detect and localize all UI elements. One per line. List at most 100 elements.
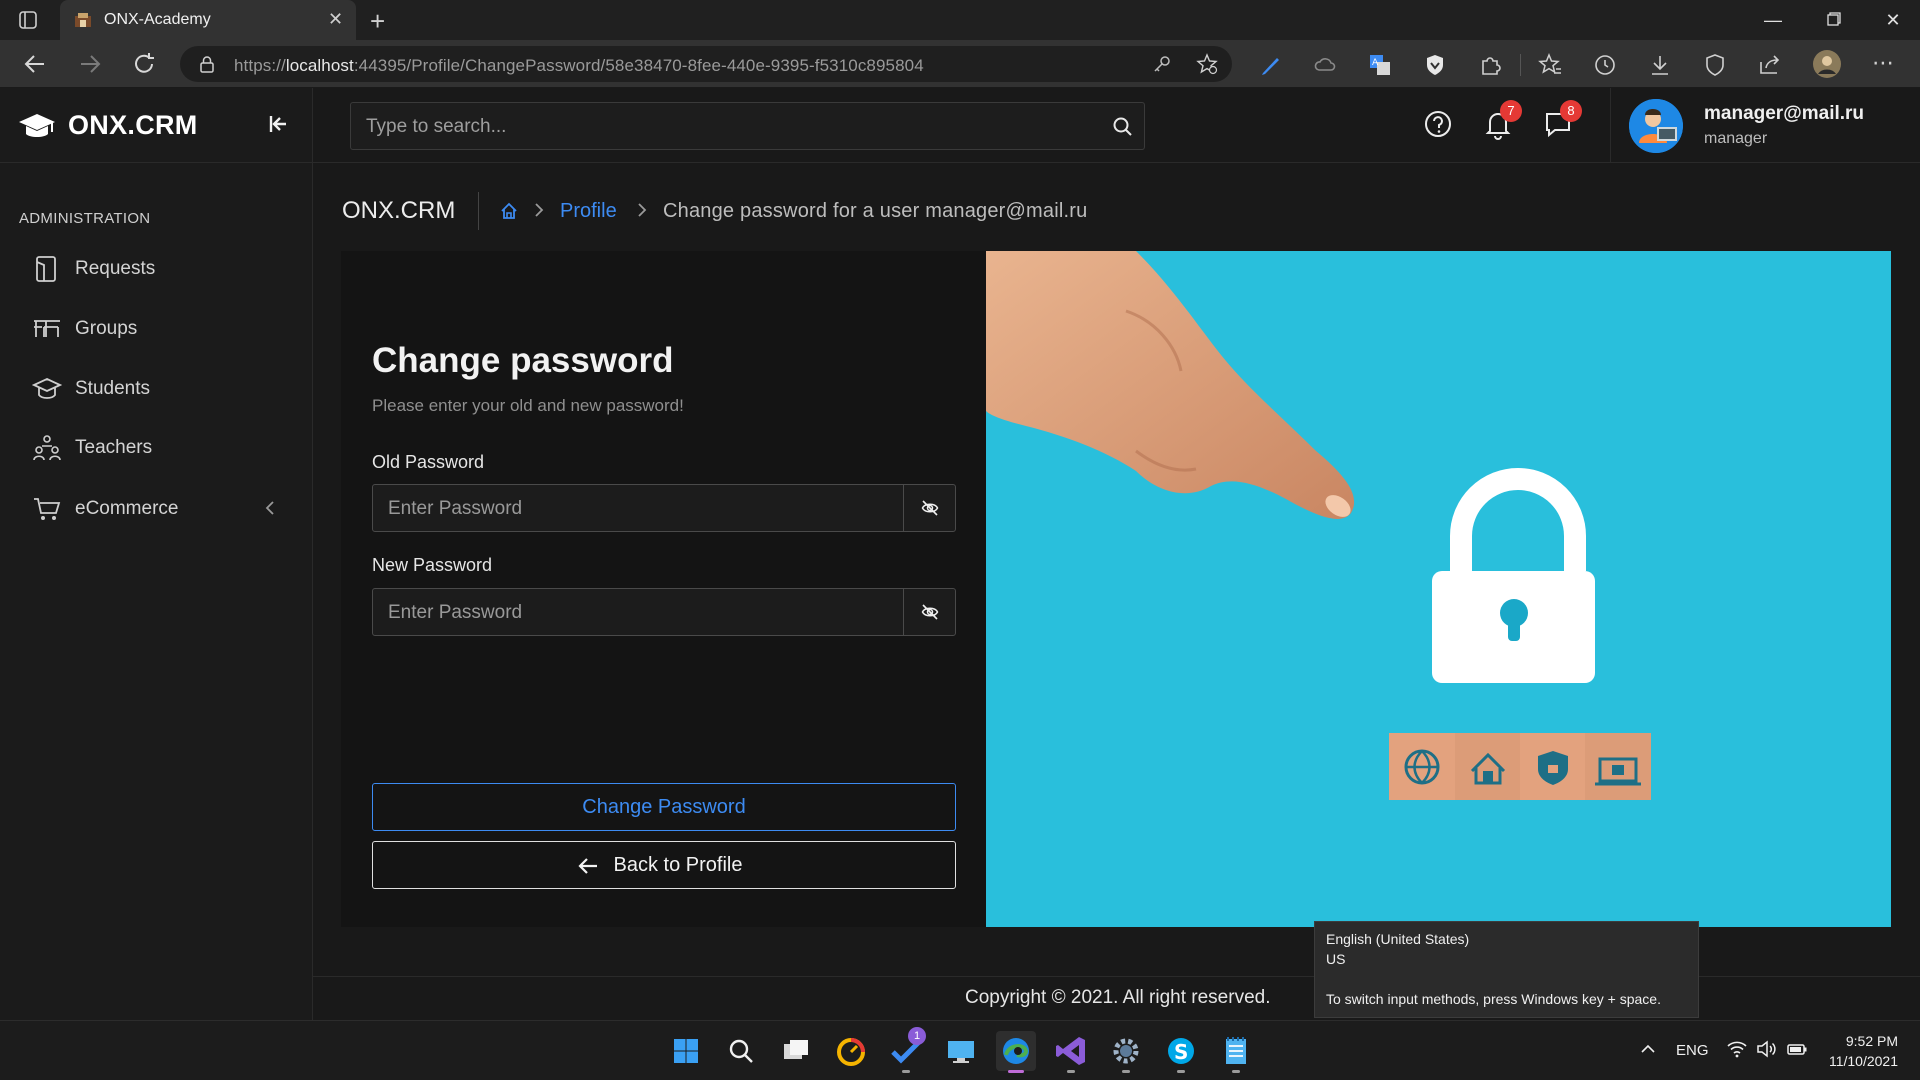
skype-icon: S	[1168, 1038, 1194, 1064]
sidebar-item-students[interactable]: Students	[0, 364, 313, 412]
toggle-visibility-button[interactable]	[903, 589, 955, 635]
url-field[interactable]: https://localhost:44395/Profile/ChangePa…	[180, 46, 1232, 82]
notifications-icon[interactable]: 7	[1480, 100, 1522, 142]
active-indicator	[1008, 1070, 1024, 1073]
taskbar-app-todo[interactable]: 1	[886, 1027, 926, 1073]
running-indicator	[902, 1070, 910, 1073]
history-icon[interactable]	[1592, 52, 1618, 78]
back-icon[interactable]	[20, 50, 50, 78]
user-role: manager	[1704, 130, 1768, 147]
cloud-icon[interactable]	[1312, 52, 1338, 78]
tab-title: ONX-Academy	[104, 11, 211, 28]
lock-icon[interactable]	[198, 55, 216, 73]
messages-icon[interactable]: 8	[1540, 100, 1582, 142]
running-indicator	[1177, 1070, 1185, 1073]
shield-extension-icon[interactable]	[1422, 52, 1448, 78]
battery-icon[interactable]	[1786, 1039, 1808, 1059]
visual-studio-icon	[1056, 1037, 1085, 1065]
collapse-sidebar-icon[interactable]	[266, 112, 290, 136]
minimize-icon[interactable]: —	[1750, 6, 1796, 34]
task-view-button[interactable]	[776, 1031, 816, 1071]
share-icon[interactable]	[1757, 52, 1783, 78]
user-email[interactable]: manager@mail.ru	[1704, 103, 1864, 125]
browser-tab[interactable]: ONX-Academy ✕	[60, 0, 356, 40]
breadcrumb-current: Change password for a user manager@mail.…	[663, 200, 1088, 222]
running-indicator	[1232, 1070, 1240, 1073]
clock-time[interactable]: 9:52 PM	[1806, 1033, 1898, 1049]
taskbar-app-settings[interactable]	[1106, 1031, 1146, 1073]
page-title: ONX.CRM	[342, 197, 456, 224]
avatar[interactable]	[1629, 99, 1683, 153]
help-icon[interactable]	[1420, 106, 1456, 142]
chevron-left-icon	[262, 498, 278, 518]
eye-off-icon	[921, 500, 939, 516]
taskbar-app-visual-studio[interactable]	[1051, 1031, 1091, 1073]
translate-icon[interactable]: A	[1367, 52, 1393, 78]
toolbar-divider	[1520, 54, 1521, 76]
restore-icon[interactable]	[1810, 6, 1856, 34]
sidebar-item-teachers[interactable]: Teachers	[0, 423, 313, 471]
back-to-profile-button[interactable]: Back to Profile	[372, 841, 956, 889]
taskbar-app-remote-desktop[interactable]	[941, 1031, 981, 1071]
downloads-icon[interactable]	[1647, 52, 1673, 78]
browser-profile-avatar[interactable]	[1812, 49, 1842, 79]
change-password-button[interactable]: Change Password	[372, 783, 956, 831]
taskbar-app-timer[interactable]	[831, 1031, 871, 1071]
search-box[interactable]	[350, 102, 1145, 150]
todo-badge: 1	[908, 1027, 926, 1045]
notepad-icon	[1226, 1037, 1246, 1064]
search-input[interactable]	[366, 115, 1066, 139]
copyright-text: Copyright © 2021. All right reserved.	[965, 987, 1271, 1008]
volume-icon[interactable]	[1756, 1039, 1778, 1059]
show-hidden-icons-icon[interactable]	[1638, 1039, 1658, 1059]
new-password-label: New Password	[372, 555, 493, 575]
teachers-icon	[32, 433, 62, 463]
browser-tab-bar: ONX-Academy ✕ + — ✕	[0, 0, 1920, 40]
favorites-icon[interactable]	[1537, 52, 1563, 78]
close-window-icon[interactable]: ✕	[1870, 6, 1916, 34]
url-text: https://localhost:44395/Profile/ChangePa…	[234, 56, 924, 75]
web-capture-icon[interactable]	[1702, 52, 1728, 78]
taskbar-search-button[interactable]	[721, 1031, 761, 1071]
breadcrumb-chevron-icon	[635, 199, 649, 221]
toggle-visibility-button[interactable]	[903, 485, 955, 531]
tab-close-icon[interactable]: ✕	[328, 9, 343, 30]
header-divider	[1610, 88, 1611, 163]
start-button[interactable]	[666, 1031, 706, 1071]
taskbar-app-notepad[interactable]	[1216, 1031, 1256, 1073]
extensions-icon[interactable]	[1477, 52, 1503, 78]
sidebar-item-requests[interactable]: Requests	[0, 244, 313, 292]
search-icon[interactable]	[1111, 115, 1135, 139]
clock-date[interactable]: 11/10/2021	[1806, 1053, 1898, 1069]
edge-icon	[1003, 1038, 1029, 1064]
more-menu-icon[interactable]: ⋯	[1872, 50, 1898, 76]
taskbar-app-skype[interactable]: S	[1161, 1031, 1201, 1073]
taskbar: 1 S ENG 9:52 PM 11/10/2021	[0, 1020, 1920, 1080]
add-favorite-icon[interactable]	[1196, 53, 1218, 75]
reload-icon[interactable]	[130, 50, 160, 78]
top-header: 7 8 manager@mail.ru manager	[313, 88, 1920, 163]
old-password-label: Old Password	[372, 452, 485, 472]
taskbar-app-edge[interactable]	[996, 1031, 1036, 1073]
forward-icon[interactable]	[75, 50, 105, 78]
breadcrumb-profile-link[interactable]: Profile	[560, 200, 617, 223]
key-icon[interactable]	[1152, 54, 1172, 74]
students-icon	[32, 374, 62, 404]
new-tab-icon[interactable]: +	[370, 6, 385, 37]
home-icon[interactable]	[499, 201, 519, 221]
form-subtitle: Please enter your old and new password!	[372, 396, 684, 415]
wifi-icon[interactable]	[1726, 1039, 1748, 1059]
brand[interactable]: ONX.CRM	[0, 88, 313, 163]
old-password-input[interactable]	[388, 497, 888, 521]
tab-actions-icon[interactable]	[18, 10, 38, 30]
new-password-input[interactable]	[388, 601, 888, 625]
task-view-icon	[784, 1040, 808, 1059]
arrow-left-icon	[577, 856, 599, 876]
sidebar-item-groups[interactable]: Groups	[0, 304, 313, 352]
input-language-indicator[interactable]: ENG	[1676, 1042, 1709, 1059]
tab-favicon-icon	[74, 12, 92, 28]
sidebar-item-ecommerce[interactable]: eCommerce	[0, 484, 313, 532]
groups-icon	[32, 314, 62, 344]
pen-extension-icon[interactable]	[1257, 52, 1283, 78]
sidebar: ONX.CRM ADMINISTRATION Requests Groups S…	[0, 88, 313, 1020]
